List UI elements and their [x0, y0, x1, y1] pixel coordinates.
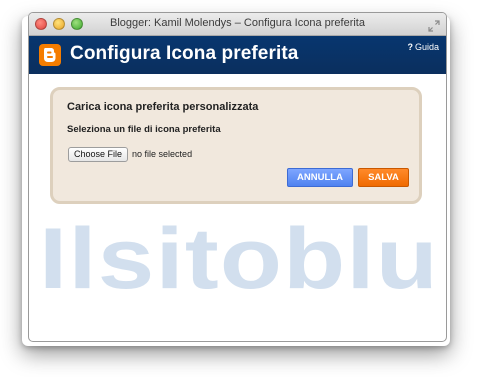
fullscreen-icon[interactable]: [428, 17, 440, 32]
page-title: Configura Icona preferita: [70, 43, 299, 64]
panel-subheading: Seleziona un file di icona preferita: [67, 124, 221, 135]
file-input: Choose File no file selected: [68, 146, 192, 162]
help-label: Guida: [414, 42, 439, 52]
browser-window: Blogger: Kamil Molendys – Configura Icon…: [28, 12, 447, 342]
blogger-logo-icon: [39, 44, 61, 66]
window-title: Blogger: Kamil Molendys – Configura Icon…: [110, 17, 365, 29]
save-button[interactable]: SALVA: [358, 168, 409, 187]
watermark-text: Ilsitoblu: [39, 211, 439, 306]
cancel-button[interactable]: ANNULLA: [287, 168, 353, 187]
panel-heading: Carica icona preferita personalizzata: [67, 101, 259, 113]
upload-panel: Carica icona preferita personalizzata Se…: [50, 87, 422, 204]
choose-file-button[interactable]: Choose File: [68, 146, 129, 162]
watermark-logo: Ilsitoblu: [39, 211, 439, 306]
help-link[interactable]: ? Guida: [407, 42, 439, 52]
file-status-text: no file selected: [132, 149, 193, 159]
screen: Blogger: Kamil Molendys – Configura Icon…: [0, 0, 480, 377]
app-header: Configura Icona preferita ? Guida: [29, 36, 446, 74]
help-icon: ?: [407, 42, 413, 52]
window-titlebar[interactable]: Blogger: Kamil Molendys – Configura Icon…: [29, 13, 446, 36]
